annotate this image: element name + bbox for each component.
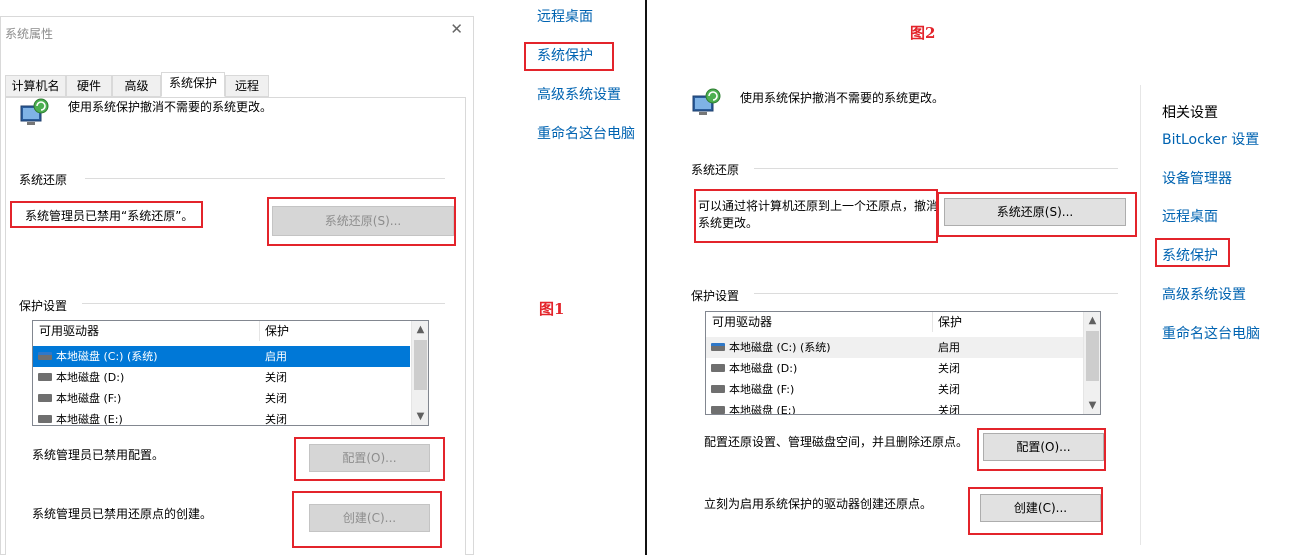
dialog-title: 系统属性 <box>5 27 54 41</box>
restore-section-label: 系统还原 <box>19 173 68 187</box>
tab-system-protection[interactable]: 系统保护 <box>161 72 225 97</box>
config-description: 配置还原设置、管理磁盘空间，并且删除还原点。 <box>704 435 969 449</box>
protection-status: 关闭 <box>265 413 287 426</box>
drive-name: 本地磁盘 (D:) <box>56 371 125 384</box>
column-header-drive[interactable]: 可用驱动器 <box>33 321 259 341</box>
section-divider <box>82 303 445 304</box>
annotation-box <box>694 189 938 243</box>
chevron-down-icon[interactable]: ▼ <box>412 408 428 425</box>
protection-status: 关闭 <box>938 383 960 396</box>
annotation-box <box>524 42 614 71</box>
column-header-protection[interactable]: 保护 <box>259 321 409 341</box>
link-remote-desktop[interactable]: 远程桌面 <box>537 6 593 26</box>
drive-name: 本地磁盘 (C:) (系统) <box>56 350 158 363</box>
link-rename-pc[interactable]: 重命名这台电脑 <box>1162 323 1260 343</box>
tab-remote[interactable]: 远程 <box>225 75 269 97</box>
list-header: 可用驱动器 保护 <box>33 321 428 341</box>
hard-drive-icon <box>38 415 52 423</box>
drive-name: 本地磁盘 (E:) <box>729 404 796 415</box>
vertical-scrollbar[interactable]: ▲ ▼ <box>1083 312 1100 414</box>
link-device-manager[interactable]: 设备管理器 <box>1162 168 1232 188</box>
hard-drive-icon <box>38 394 52 402</box>
link-rename-pc[interactable]: 重命名这台电脑 <box>537 123 635 143</box>
section-divider <box>754 293 1118 294</box>
drive-name: 本地磁盘 (F:) <box>56 392 122 405</box>
vertical-scrollbar[interactable]: ▲ ▼ <box>411 321 428 425</box>
table-row[interactable]: 本地磁盘 (E:) 关闭 <box>706 400 1083 415</box>
protection-section-label: 保护设置 <box>691 289 740 303</box>
link-advanced-system-settings[interactable]: 高级系统设置 <box>1162 284 1246 304</box>
drive-name: 本地磁盘 (C:) (系统) <box>729 341 831 354</box>
chevron-up-icon[interactable]: ▲ <box>1084 312 1100 329</box>
table-row[interactable]: 本地磁盘 (D:) 关闭 <box>33 367 410 388</box>
chevron-down-icon[interactable]: ▼ <box>1084 397 1100 414</box>
create-description: 立刻为启用系统保护的驱动器创建还原点。 <box>704 497 933 511</box>
link-bitlocker-settings[interactable]: BitLocker 设置 <box>1162 129 1259 149</box>
intro-text: 使用系统保护撤消不需要的系统更改。 <box>740 91 945 105</box>
protection-status: 关闭 <box>265 392 287 405</box>
protection-status: 关闭 <box>938 404 960 415</box>
section-divider <box>85 178 445 179</box>
hard-drive-icon <box>38 373 52 381</box>
annotation-box <box>1155 238 1230 267</box>
config-disabled-message: 系统管理员已禁用配置。 <box>32 448 165 462</box>
restore-section-label: 系统还原 <box>691 163 740 177</box>
annotation-box <box>968 487 1103 535</box>
figure-label-1: 图1 <box>539 300 565 318</box>
protection-status: 关闭 <box>265 371 287 384</box>
table-row[interactable]: 本地磁盘 (D:) 关闭 <box>706 358 1083 379</box>
table-row[interactable]: 本地磁盘 (F:) 关闭 <box>706 379 1083 400</box>
column-header-drive[interactable]: 可用驱动器 <box>706 312 932 332</box>
intro-text: 使用系统保护撤消不需要的系统更改。 <box>68 100 273 114</box>
list-header: 可用驱动器 保护 <box>706 312 1100 332</box>
link-remote-desktop[interactable]: 远程桌面 <box>1162 206 1218 226</box>
scrollbar-thumb[interactable] <box>1086 331 1099 381</box>
related-settings-heading: 相关设置 <box>1162 105 1218 121</box>
chevron-up-icon[interactable]: ▲ <box>412 321 428 338</box>
hard-drive-icon <box>711 364 725 372</box>
link-advanced-system-settings[interactable]: 高级系统设置 <box>537 84 621 104</box>
drive-name: 本地磁盘 (D:) <box>729 362 798 375</box>
drives-list[interactable]: 可用驱动器 保护 本地磁盘 (C:) (系统) 启用 本地磁盘 (D:) 关闭 … <box>705 311 1101 415</box>
shield-computer-icon <box>20 98 49 125</box>
hard-drive-icon <box>38 352 52 360</box>
drive-name: 本地磁盘 (E:) <box>56 413 123 426</box>
create-disabled-message: 系统管理员已禁用还原点的创建。 <box>32 507 213 521</box>
related-settings-panel <box>1140 85 1290 545</box>
close-icon[interactable]: ✕ <box>450 22 463 37</box>
protection-status: 关闭 <box>938 362 960 375</box>
figure-label-2: 图2 <box>910 24 936 42</box>
scrollbar-thumb[interactable] <box>414 340 427 390</box>
table-row[interactable]: 本地磁盘 (C:) (系统) 启用 <box>706 337 1083 358</box>
protection-status: 启用 <box>265 350 287 363</box>
annotation-box <box>292 491 442 548</box>
tab-advanced[interactable]: 高级 <box>112 75 161 97</box>
protection-status: 启用 <box>938 341 960 354</box>
section-divider <box>754 168 1118 169</box>
hard-drive-icon <box>711 385 725 393</box>
shield-computer-icon <box>692 88 721 115</box>
column-header-protection[interactable]: 保护 <box>932 312 1082 332</box>
table-row[interactable]: 本地磁盘 (E:) 关闭 <box>33 409 410 426</box>
annotation-box <box>977 428 1106 471</box>
annotation-box <box>937 192 1137 237</box>
drive-name: 本地磁盘 (F:) <box>729 383 795 396</box>
tab-hardware[interactable]: 硬件 <box>66 75 112 97</box>
drives-list[interactable]: 可用驱动器 保护 本地磁盘 (C:) (系统) 启用 本地磁盘 (D:) 关闭 … <box>32 320 429 426</box>
hard-drive-icon <box>711 343 725 351</box>
figure-divider <box>645 0 647 555</box>
table-row[interactable]: 本地磁盘 (C:) (系统) 启用 <box>33 346 410 367</box>
protection-section-label: 保护设置 <box>19 299 68 313</box>
annotation-box <box>267 197 456 246</box>
annotation-box <box>294 437 445 481</box>
tab-computer-name[interactable]: 计算机名 <box>5 75 66 97</box>
table-row[interactable]: 本地磁盘 (F:) 关闭 <box>33 388 410 409</box>
hard-drive-icon <box>711 406 725 414</box>
annotation-box <box>10 201 203 228</box>
